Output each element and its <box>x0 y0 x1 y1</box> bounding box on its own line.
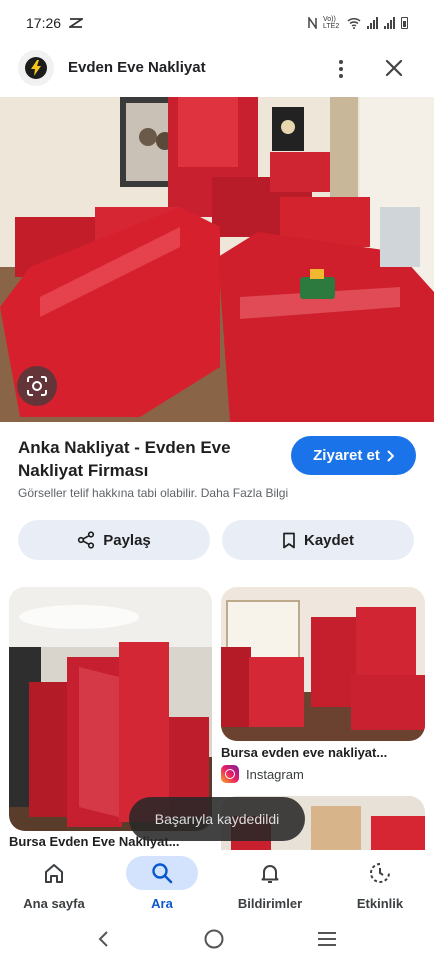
instagram-icon <box>221 765 239 783</box>
close-icon[interactable] <box>382 56 406 80</box>
status-time: 17:26 <box>26 15 62 31</box>
nfc-icon <box>308 17 317 29</box>
signal-icon-2 <box>384 17 395 29</box>
share-button[interactable]: Paylaş <box>18 520 210 560</box>
share-label: Paylaş <box>103 531 151 549</box>
wifi-icon <box>347 17 361 29</box>
signal-icon-1 <box>367 17 378 29</box>
warehouse-wrapped-items-photo <box>9 587 212 831</box>
copyright-notice[interactable]: Görseller telif hakkına tabi olabilir. D… <box>18 486 288 500</box>
nav-notifications[interactable]: Bildirimler <box>216 850 324 918</box>
living-room-wrapped-items-photo <box>221 587 425 741</box>
status-bar: 17:26 Vo)) LTE2 <box>0 0 434 46</box>
usb-debug-icon <box>69 18 84 28</box>
save-button[interactable]: Kaydet <box>222 520 414 560</box>
nav-label-notifications: Bildirimler <box>237 896 303 911</box>
nav-label-activity: Etkinlik <box>356 896 404 911</box>
recents-icon[interactable] <box>316 929 338 949</box>
lens-icon <box>27 376 47 396</box>
more-dot-icon <box>339 60 343 64</box>
chevron-right-icon <box>387 449 394 462</box>
home-icon <box>45 864 63 883</box>
battery-icon <box>401 17 408 29</box>
visit-button[interactable]: Ziyaret et <box>291 436 416 475</box>
visit-label: Ziyaret et <box>313 447 380 464</box>
result-image[interactable] <box>0 97 434 422</box>
lightning-icon <box>31 60 41 76</box>
system-navigation-bar <box>0 918 434 960</box>
search-icon <box>152 863 173 884</box>
activity-icon <box>370 863 390 883</box>
more-dot-icon <box>339 74 343 78</box>
related-caption-2[interactable]: Bursa evden eve nakliyat... <box>221 745 425 760</box>
nav-search[interactable]: Ara <box>108 850 216 918</box>
related-image-2[interactable] <box>221 587 425 741</box>
nav-label-search: Ara <box>151 896 173 911</box>
more-options-button[interactable] <box>330 56 352 82</box>
site-favicon <box>18 50 54 86</box>
related-source-2[interactable]: Instagram <box>221 765 304 783</box>
nav-home[interactable]: Ana sayfa <box>0 850 108 918</box>
back-icon[interactable] <box>96 929 112 949</box>
bottom-navigation: Ana sayfa Ara Bildirimler Etkinlik <box>0 850 434 918</box>
nav-label-home: Ana sayfa <box>23 896 85 911</box>
bookmark-icon <box>283 532 295 548</box>
wrapped-furniture-photo <box>0 97 434 422</box>
site-name[interactable]: Evden Eve Nakliyat <box>68 59 206 76</box>
result-header: Evden Eve Nakliyat <box>0 48 434 90</box>
related-image-1[interactable] <box>9 587 212 831</box>
home-circle-icon[interactable] <box>203 928 225 950</box>
save-label: Kaydet <box>303 531 355 549</box>
result-title[interactable]: Anka Nakliyat - Evden Eve Nakliyat Firma… <box>18 436 278 482</box>
more-dot-icon <box>339 67 343 71</box>
share-icon <box>78 531 95 549</box>
source-label: Instagram <box>246 766 304 782</box>
nav-activity[interactable]: Etkinlik <box>326 850 434 918</box>
bell-icon <box>261 865 279 883</box>
google-lens-button[interactable] <box>17 366 57 406</box>
network-label: Vo)) LTE2 <box>323 16 340 30</box>
toast-message: Başarıyla kaydedildi <box>129 797 305 841</box>
